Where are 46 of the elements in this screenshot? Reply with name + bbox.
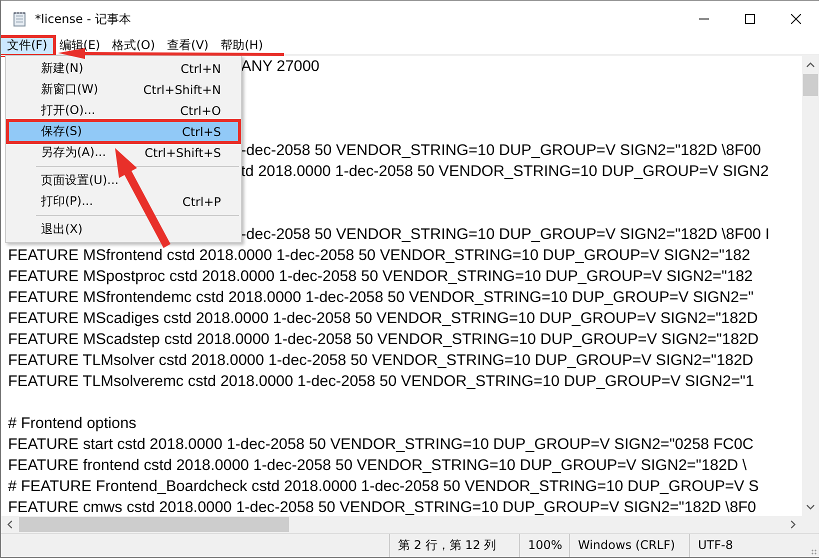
text-line: FEATURE cmws cstd 2018.0000 1-dec-2058 50 VENDOR_STRING=10 DUP_GROUP=V SIGN2="182D \8F0 <box>8 499 756 516</box>
menu-item[interactable]: 保存(S) Ctrl+S <box>8 121 239 142</box>
text-line: FEATURE MSfrontendemc cstd 2018.0000 1-dec-2058 50 VENDOR_STRING=10 DUP_GROUP=V SIGN2=" <box>8 289 754 306</box>
text-line: ANY 27000 <box>241 58 320 75</box>
text-line: FEATURE frontend cstd 2018.0000 1-dec-2058 50 VENDOR_STRING=10 DUP_GROUP=V SIGN2="182D \ <box>8 457 747 474</box>
text-line: FEATURE MSfrontend cstd 2018.0000 1-dec-2058 50 VENDOR_STRING=10 DUP_GROUP=V SIGN2="182 <box>8 247 750 264</box>
window-title: *license - 记事本 <box>35 10 131 28</box>
menu-item[interactable]: 另存为(A)... Ctrl+Shift+S <box>8 142 239 163</box>
text-line: FEATURE TLMsolver cstd 2018.0000 1-dec-2058 50 VENDOR_STRING=10 DUP_GROUP=V SIGN2="182D <box>8 352 754 369</box>
status-text: UTF-8 <box>697 537 734 554</box>
menu-item[interactable]: 新窗口(W) Ctrl+Shift+N <box>8 79 239 100</box>
menu-item[interactable]: 新建(N) Ctrl+N <box>8 58 239 79</box>
status-text: 100% <box>520 534 570 557</box>
menu-item[interactable]: 打印(P)... Ctrl+P <box>8 191 239 212</box>
text-line: # Frontend options <box>8 415 136 432</box>
horizontal-scrollbar[interactable] <box>1 516 802 533</box>
scrollbar-thumb[interactable] <box>19 517 289 532</box>
text-line: # FEATURE Frontend_Boardcheck cstd 2018.0000 1-dec-2058 50 VENDOR_STRING=10 DUP_GROUP=V S <box>8 478 759 495</box>
menu-item[interactable]: 编辑(E) <box>53 38 106 54</box>
menu-item[interactable]: 页面设置(U)... <box>8 170 239 191</box>
text-line: -dec-2058 50 VENDOR_STRING=10 DUP_GROUP=V SIGN2="182D \8F00 I <box>241 226 770 243</box>
scrollbar-thumb[interactable] <box>803 74 818 96</box>
scroll-down-icon[interactable] <box>806 504 815 510</box>
status-text: Windows (CRLF) <box>570 534 690 557</box>
text-line: FEATURE TLMsolveremc cstd 2018.0000 1-dec-2058 50 VENDOR_STRING=10 DUP_GROUP=V SIGN2="1 <box>8 373 754 390</box>
text-line: td 2018.0000 1-dec-2058 50 VENDOR_STRING=10 DUP_GROUP=V SIGN2 <box>241 163 769 180</box>
text-line: FEATURE MScadstep cstd 2018.0000 1-dec-2058 50 VENDOR_STRING=10 DUP_GROUP=V SIGN2="182D <box>8 331 759 348</box>
scroll-right-icon[interactable] <box>790 520 796 529</box>
text-line: FEATURE start cstd 2018.0000 1-dec-2058 50 VENDOR_STRING=10 DUP_GROUP=V SIGN2="0258 FC0C <box>8 436 754 453</box>
menu-item[interactable]: 查看(V) <box>161 38 215 54</box>
vertical-scrollbar[interactable] <box>802 56 819 516</box>
maximize-icon[interactable] <box>745 14 755 24</box>
text-line: FEATURE MScadiges cstd 2018.0000 1-dec-2058 50 VENDOR_STRING=10 DUP_GROUP=V SIGN2="182D <box>8 310 758 327</box>
scroll-up-icon[interactable] <box>806 62 815 68</box>
menu-item[interactable]: 退出(X) <box>8 219 239 240</box>
resize-grip-icon[interactable] <box>811 549 817 555</box>
text-line: FEATURE MSpostproc cstd 2018.0000 1-dec-2058 50 VENDOR_STRING=10 DUP_GROUP=V SIGN2="182 <box>8 268 753 285</box>
close-icon[interactable] <box>791 14 801 24</box>
menu-item[interactable]: 文件(F) <box>1 38 54 54</box>
scroll-left-icon[interactable] <box>7 520 13 529</box>
menu-item[interactable]: 格式(O) <box>106 38 162 54</box>
menu-item[interactable]: 帮助(H) <box>214 38 269 54</box>
notepad-icon <box>12 11 28 27</box>
status-text: 第 2 行，第 12 列 <box>390 534 520 557</box>
menu-item[interactable]: 打开(O)... Ctrl+O <box>8 100 239 121</box>
text-line: -dec-2058 50 VENDOR_STRING=10 DUP_GROUP=V SIGN2="182D \8F00 <box>241 142 761 159</box>
